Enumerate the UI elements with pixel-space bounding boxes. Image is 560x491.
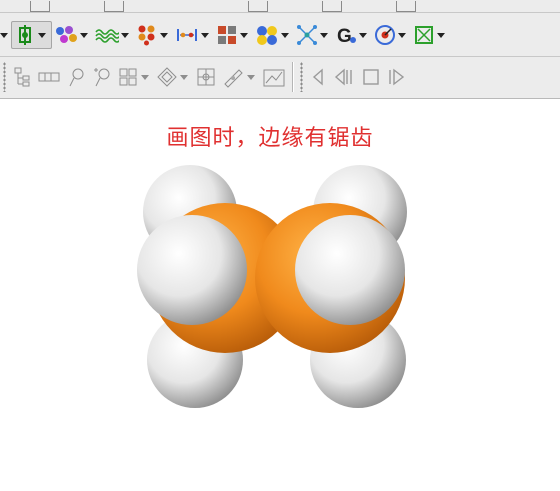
molecule-color-tool[interactable] bbox=[52, 20, 93, 50]
wave-icon bbox=[95, 29, 119, 43]
grid-icon[interactable] bbox=[30, 0, 50, 12]
measure-distance-icon bbox=[177, 29, 197, 41]
graph-icon bbox=[263, 69, 285, 87]
sort-icon[interactable] bbox=[104, 0, 124, 12]
measure-distance-tool[interactable] bbox=[173, 20, 214, 50]
leading-dropdown-arrow[interactable] bbox=[0, 32, 8, 38]
prev-icon bbox=[312, 68, 323, 86]
toolbar-row-1 bbox=[0, 0, 560, 13]
graph-tool[interactable] bbox=[260, 62, 288, 92]
rotate-icon[interactable] bbox=[322, 0, 342, 12]
dropdown-arrow[interactable] bbox=[359, 32, 367, 38]
tree-icon bbox=[14, 67, 30, 87]
g-icon: G bbox=[337, 26, 356, 46]
g-tool[interactable]: G bbox=[333, 20, 372, 50]
chirality-tool[interactable] bbox=[11, 21, 52, 49]
annotation-caption: 画图时，边缘有锯齿 bbox=[166, 126, 374, 151]
svg-text:G: G bbox=[337, 26, 352, 46]
target-icon bbox=[375, 25, 395, 45]
grid-box-icon bbox=[197, 68, 215, 86]
toolbar-grip[interactable] bbox=[300, 62, 303, 92]
wave-tool[interactable] bbox=[93, 20, 134, 50]
step-back-icon bbox=[334, 68, 352, 86]
stop-button[interactable] bbox=[358, 62, 384, 92]
ring-star-tool[interactable] bbox=[89, 62, 115, 92]
molecule-render bbox=[137, 165, 407, 408]
dropdown-arrow[interactable] bbox=[38, 32, 46, 38]
toolbar-row-2: G bbox=[0, 14, 560, 57]
toolbar-separator bbox=[292, 62, 293, 92]
cursor-icon[interactable] bbox=[248, 0, 268, 12]
scatter-tool[interactable] bbox=[294, 20, 333, 50]
cluster-tool[interactable] bbox=[134, 20, 173, 50]
dropdown-arrow[interactable] bbox=[180, 74, 188, 80]
spheres-icon bbox=[257, 26, 277, 45]
dropdown-arrow[interactable] bbox=[247, 74, 255, 80]
spheres-tool[interactable] bbox=[253, 20, 294, 50]
window-icon[interactable] bbox=[396, 0, 416, 12]
dropdown-arrow[interactable] bbox=[398, 32, 406, 38]
scatter-icon bbox=[297, 25, 317, 45]
toolbar-row-3 bbox=[0, 57, 560, 97]
diamond-icon bbox=[157, 67, 177, 87]
lattice-icon bbox=[218, 26, 236, 44]
pencil-icon bbox=[224, 69, 243, 88]
toolbar-grip[interactable] bbox=[3, 62, 6, 92]
tree-tool[interactable] bbox=[9, 62, 35, 92]
dropdown-arrow[interactable] bbox=[121, 32, 129, 38]
chirality-icon bbox=[19, 25, 31, 45]
ring-icon bbox=[69, 68, 84, 87]
dropdown-arrow[interactable] bbox=[320, 32, 328, 38]
dropdown-arrow[interactable] bbox=[281, 32, 289, 38]
ring-tool[interactable] bbox=[63, 62, 89, 92]
target-tool[interactable] bbox=[372, 20, 411, 50]
play-button[interactable] bbox=[384, 62, 410, 92]
molecule-color-icon bbox=[56, 26, 77, 43]
pencil-tool[interactable] bbox=[219, 62, 260, 92]
lattice-build-tool[interactable] bbox=[115, 62, 154, 92]
cluster-icon bbox=[138, 25, 155, 46]
prev-button[interactable] bbox=[306, 62, 330, 92]
hydrogen-atom[interactable] bbox=[295, 215, 405, 325]
dropdown-arrow[interactable] bbox=[240, 32, 248, 38]
ring-star-icon bbox=[94, 68, 110, 87]
hydrogen-atom[interactable] bbox=[137, 215, 247, 325]
dropdown-arrow[interactable] bbox=[160, 32, 168, 38]
dropdown-arrow[interactable] bbox=[141, 74, 149, 80]
dropdown-arrow[interactable] bbox=[437, 32, 445, 38]
dropdown-arrow[interactable] bbox=[201, 32, 209, 38]
box-tool[interactable] bbox=[411, 20, 450, 50]
grid-box-tool[interactable] bbox=[193, 62, 219, 92]
lattice-build-icon bbox=[119, 68, 137, 86]
lattice-tool[interactable] bbox=[214, 20, 253, 50]
box-icon bbox=[415, 26, 433, 44]
step-back-button[interactable] bbox=[330, 62, 358, 92]
stop-icon bbox=[363, 69, 379, 85]
ribbon-tool[interactable] bbox=[35, 62, 63, 92]
dropdown-arrow[interactable] bbox=[80, 32, 88, 38]
toolbar-area: G bbox=[0, 0, 560, 99]
play-icon bbox=[389, 68, 405, 86]
ribbon-icon bbox=[38, 72, 60, 82]
diamond-tool[interactable] bbox=[154, 62, 193, 92]
